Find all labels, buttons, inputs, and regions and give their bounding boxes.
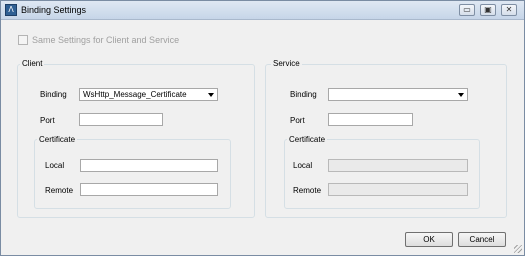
service-port-input[interactable] [328,113,413,126]
ok-button[interactable]: OK [405,232,453,247]
service-port-label: Port [290,116,305,125]
cancel-button[interactable]: Cancel [458,232,506,247]
service-remote-input[interactable] [328,183,468,196]
service-local-input[interactable] [328,159,468,172]
service-certificate-group [284,139,480,209]
same-settings-label: Same Settings for Client and Service [32,35,180,45]
client-local-input[interactable] [80,159,218,172]
client-local-label: Local [45,161,65,170]
minimize-button[interactable]: ▭ [459,4,475,16]
app-icon: Λ [5,4,17,16]
client-port-input[interactable] [79,113,163,126]
service-certificate-title: Certificate [287,135,328,144]
service-binding-label: Binding [290,90,317,99]
same-settings-checkbox[interactable] [18,35,28,45]
service-binding-select[interactable] [328,88,468,101]
maximize-button[interactable]: ▣ [480,4,496,16]
client-binding-select[interactable]: WsHttp_Message_Certificate [79,88,218,101]
client-port-label: Port [40,116,55,125]
same-settings-row: Same Settings for Client and Service [18,34,179,46]
service-local-label: Local [293,161,313,170]
client-remote-input[interactable] [80,183,218,196]
client-group-title: Client [20,59,45,68]
client-binding-label: Binding [40,90,67,99]
service-group-title: Service [271,59,302,68]
resize-grip[interactable] [514,245,522,253]
client-binding-value: WsHttp_Message_Certificate [83,90,187,99]
client-remote-label: Remote [45,186,74,195]
service-remote-label: Remote [293,186,322,195]
client-certificate-group [34,139,231,209]
client-certificate-title: Certificate [37,135,78,144]
close-button[interactable]: ✕ [501,4,517,16]
chevron-down-icon [458,93,464,97]
window-title: Binding Settings [21,5,87,15]
binding-settings-dialog: Λ Binding Settings ▭ ▣ ✕ Same Settings f… [0,0,525,256]
title-bar[interactable]: Λ Binding Settings ▭ ▣ ✕ [1,1,524,20]
chevron-down-icon [208,93,214,97]
